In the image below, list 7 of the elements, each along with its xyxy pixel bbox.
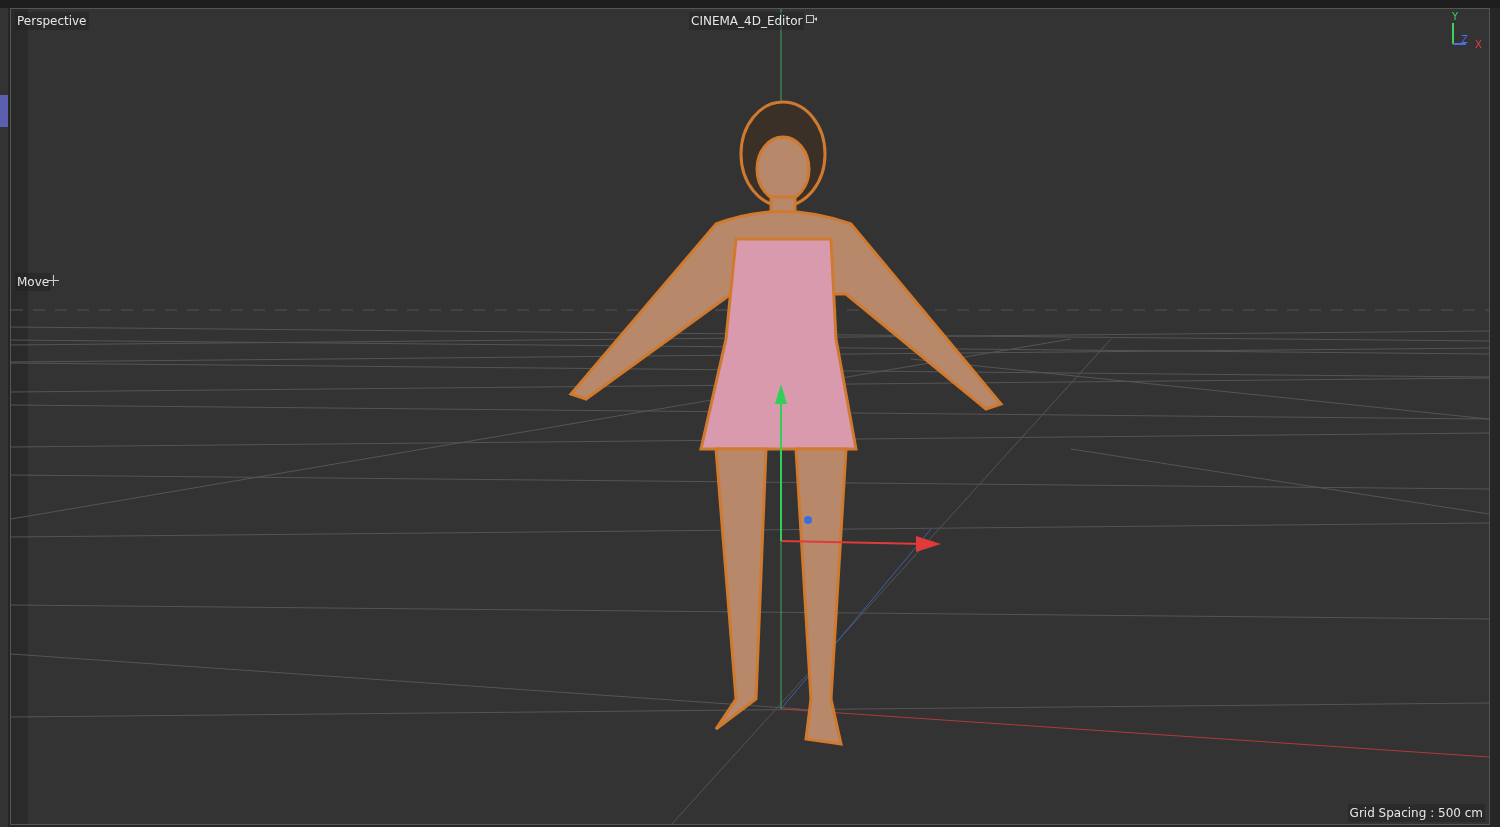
camera-name-label: CINEMA_4D_Editor	[689, 12, 805, 30]
active-tool-label: Move	[15, 273, 52, 291]
grid-spacing-label: Grid Spacing : 500 cm	[1347, 804, 1485, 822]
axis-label: Y	[1452, 12, 1459, 22]
axis-label: X	[1475, 40, 1482, 50]
axis-label: Z	[1461, 35, 1468, 45]
view-name-label: Perspective	[15, 12, 89, 30]
